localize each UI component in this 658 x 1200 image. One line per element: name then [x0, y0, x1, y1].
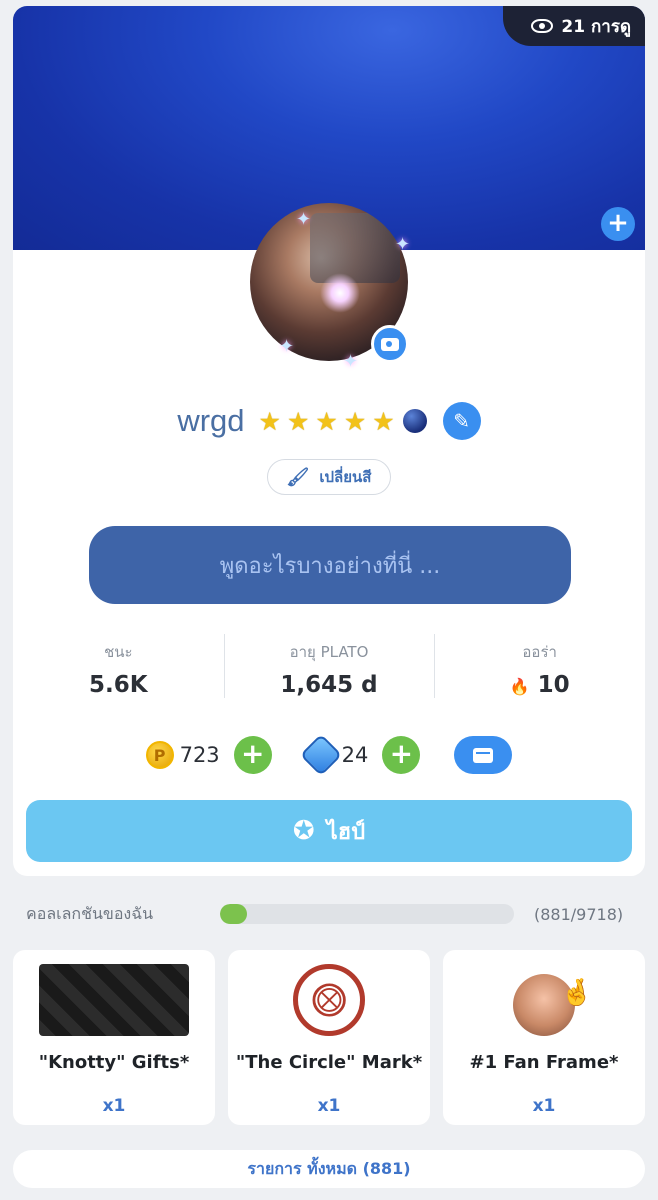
gem-balance: 24	[341, 743, 369, 767]
star-icon: ★	[372, 406, 395, 436]
views-count: 21 การดู	[561, 16, 631, 37]
add-cover-button[interactable]: +	[601, 207, 635, 241]
collection-item[interactable]: "Knotty" Gifts* x1	[13, 950, 215, 1125]
stat-label: อายุ PLATO	[289, 643, 369, 661]
collection-header: คอลเลกชันของฉัน (881/9718)	[26, 900, 632, 928]
camera-icon	[381, 337, 399, 351]
views-badge: 21 การดู	[503, 6, 645, 46]
change-color-button[interactable]: 🖌 เปลี่ยนสี	[267, 459, 391, 495]
change-avatar-button[interactable]	[371, 325, 409, 363]
hype-star-icon: ✪	[292, 816, 315, 846]
gem-icon	[299, 733, 342, 777]
eye-icon	[531, 19, 554, 33]
stat-wins: ชนะ 5.6K	[13, 634, 224, 704]
edit-profile-button[interactable]: ✎	[442, 402, 481, 440]
username: wrgd	[177, 403, 245, 438]
collection-items: "Knotty" Gifts* x1 "The Circle" Mark* x1…	[13, 950, 645, 1125]
wallet-row: P 723 + 24 +	[13, 733, 645, 777]
hype-button[interactable]: ✪ ไฮป์	[26, 800, 632, 862]
wallet-button[interactable]	[454, 736, 513, 774]
add-gems-button[interactable]: +	[382, 736, 421, 774]
fan-frame-image	[513, 974, 593, 1036]
stat-value-wrap: 🔥 10	[434, 672, 645, 698]
coin-icon: P	[145, 741, 174, 769]
sparkle-icon: ✦	[279, 336, 295, 357]
item-quantity: x1	[102, 1096, 126, 1116]
stat-label: ชนะ	[104, 643, 133, 661]
circle-mark-icon	[293, 964, 365, 1036]
star-icon: ★	[315, 406, 338, 436]
collection-item[interactable]: "The Circle" Mark* x1	[228, 950, 430, 1125]
status-input[interactable]: พูดอะไรบางอย่างที่นี่ ...	[89, 526, 571, 604]
name-row: wrgd ★ ★ ★ ★ ★ ✎	[13, 402, 645, 440]
hype-label: ไฮป์	[326, 819, 366, 845]
wallet-icon	[473, 747, 494, 763]
change-color-label: เปลี่ยนสี	[319, 468, 372, 486]
stat-value: 5.6K	[89, 672, 148, 698]
star-icon: ★	[258, 406, 281, 436]
level-orb-icon	[402, 409, 427, 433]
item-name: "Knotty" Gifts*	[38, 1052, 190, 1073]
item-name: "The Circle" Mark*	[235, 1052, 423, 1073]
collection-count: (881/9718)	[534, 904, 624, 924]
item-name: #1 Fan Frame*	[469, 1052, 619, 1073]
profile-card: 21 การดู + ✦ ✦ ✦ ✦ wrgd ★ ★ ★ ★ ★ ✎ 🖌 เป…	[13, 6, 645, 876]
sparkle-icon: ✦	[296, 209, 312, 230]
stat-value: 10	[537, 672, 570, 698]
collection-progress-fill	[220, 904, 247, 924]
stat-value: 1,645 d	[280, 672, 378, 698]
flame-icon: 🔥	[509, 677, 530, 696]
stat-plato-age: อายุ PLATO 1,645 d	[223, 634, 435, 704]
gifts-image	[39, 964, 189, 1036]
stats-row: ชนะ 5.6K อายุ PLATO 1,645 d ออร่า 🔥 10	[13, 634, 645, 704]
pencil-icon: ✎	[453, 409, 471, 433]
sparkle-icon: ✦	[395, 234, 411, 255]
star-icon: ★	[343, 406, 367, 436]
all-items-button[interactable]: รายการ ทั้งหมด (881)	[13, 1150, 645, 1188]
collection-progress-bar	[220, 904, 514, 924]
stat-aura[interactable]: ออร่า 🔥 10	[434, 634, 645, 704]
collection-label: คอลเลกชันของฉัน	[26, 903, 154, 923]
add-coins-button[interactable]: +	[233, 736, 272, 774]
coin-balance: 723	[179, 743, 220, 767]
all-items-label: รายการ ทั้งหมด (881)	[247, 1158, 411, 1178]
status-placeholder: พูดอะไรบางอย่างที่นี่ ...	[219, 553, 441, 579]
star-icon: ★	[286, 406, 310, 436]
sparkle-icon: ✦	[343, 351, 359, 372]
paintbrush-icon: 🖌	[286, 466, 310, 488]
collection-item[interactable]: #1 Fan Frame* x1	[443, 950, 645, 1125]
item-quantity: x1	[532, 1096, 556, 1116]
item-quantity: x1	[317, 1096, 341, 1116]
stat-label: ออร่า	[522, 643, 557, 661]
